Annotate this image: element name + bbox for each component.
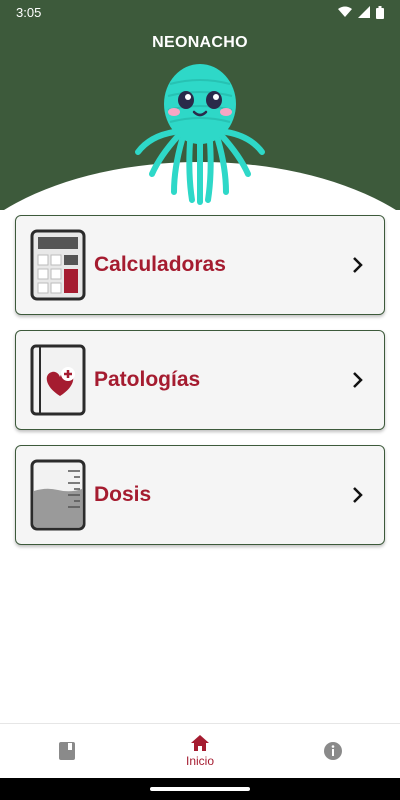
signal-icon: [358, 6, 370, 18]
gesture-bar: [0, 778, 400, 800]
chevron-right-icon: [353, 487, 363, 503]
status-bar: 3:05: [0, 0, 400, 24]
gesture-handle[interactable]: [150, 787, 250, 791]
wifi-icon: [338, 6, 352, 17]
heart-book-icon: [30, 344, 86, 416]
menu-card-patologias[interactable]: Patologías: [15, 330, 385, 430]
menu-card-label: Calculadoras: [94, 253, 226, 276]
bottom-nav: Inicio: [0, 723, 400, 778]
chevron-right-icon: [353, 372, 363, 388]
main-menu: Calculadoras Patologías Dosis: [15, 215, 385, 560]
status-time: 3:05: [16, 4, 42, 20]
menu-card-label: Dosis: [94, 483, 152, 506]
app-title: NEONACHO: [152, 34, 248, 51]
nav-item-inicio[interactable]: Inicio: [133, 724, 266, 778]
octopus-mascot: [135, 64, 265, 205]
measuring-cup-icon: [30, 459, 86, 531]
chevron-right-icon: [353, 257, 363, 273]
nav-label-inicio: Inicio: [185, 754, 214, 768]
home-icon: [190, 735, 209, 751]
info-icon: [324, 742, 343, 760]
menu-card-label: Patologías: [94, 368, 201, 391]
calculator-icon: [30, 229, 86, 301]
battery-icon: [376, 5, 384, 19]
menu-card-calculadoras[interactable]: Calculadoras: [15, 215, 385, 315]
nav-item-book[interactable]: [0, 724, 133, 778]
nav-item-info[interactable]: [267, 724, 400, 778]
header: NEONACHO: [0, 0, 400, 210]
book-icon: [58, 742, 75, 760]
menu-card-dosis[interactable]: Dosis: [15, 445, 385, 545]
